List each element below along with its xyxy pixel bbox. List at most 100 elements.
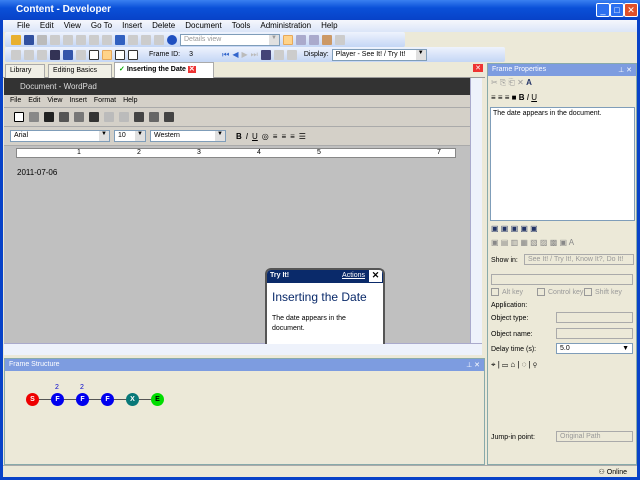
frame-view-tabs[interactable]: ▣ ▣ ▣ ▣ ▣: [491, 224, 538, 233]
color-icon[interactable]: ◎: [262, 132, 269, 141]
object-name-field[interactable]: [556, 328, 633, 339]
menu-administration[interactable]: Administration: [255, 20, 316, 32]
find-icon[interactable]: [89, 112, 99, 122]
frame-node-e[interactable]: E: [151, 393, 164, 406]
align-center-icon[interactable]: ≡: [281, 132, 286, 141]
font-select[interactable]: Arial ▼: [10, 130, 110, 142]
spell-icon[interactable]: [154, 34, 164, 45]
print-preview-icon[interactable]: [74, 112, 84, 122]
user-icon[interactable]: [50, 49, 60, 60]
frame-node-f[interactable]: F: [76, 393, 89, 406]
wp-menu-file[interactable]: File: [10, 97, 21, 105]
underline-icon[interactable]: U: [252, 132, 258, 141]
refresh-icon[interactable]: [335, 34, 345, 45]
menu-delete[interactable]: Delete: [147, 20, 180, 32]
menu-tools[interactable]: Tools: [227, 20, 256, 32]
size-select[interactable]: 10 ▼: [114, 130, 146, 142]
move-down-icon[interactable]: [286, 49, 297, 60]
undo-icon[interactable]: [149, 112, 159, 122]
script-select[interactable]: Western ▼: [150, 130, 226, 142]
view-select[interactable]: Details view ▼: [180, 33, 280, 46]
font-icon[interactable]: A: [526, 78, 532, 87]
first-frame-icon[interactable]: ⏮: [222, 50, 229, 60]
ruler[interactable]: 1 2 3 4 5 7: [16, 148, 456, 158]
align-icon[interactable]: ≡ ≡ ≡ ■: [491, 93, 517, 102]
move-up-icon[interactable]: [273, 49, 284, 60]
frame-text-editor[interactable]: The date appears in the document.: [490, 107, 635, 221]
edit-icon[interactable]: [89, 49, 99, 60]
menu-help[interactable]: Help: [316, 20, 342, 32]
close-tab-icon[interactable]: ✕: [187, 66, 196, 73]
menu-insert[interactable]: Insert: [117, 20, 147, 32]
object-type-select[interactable]: [556, 312, 633, 323]
remove-frame-icon[interactable]: [37, 49, 47, 60]
document-text[interactable]: 2011-07-06: [17, 168, 57, 177]
date-time-icon[interactable]: [164, 112, 174, 122]
copy-icon[interactable]: [119, 112, 129, 122]
close-bubble-icon[interactable]: ✕: [369, 270, 382, 282]
wp-menu-view[interactable]: View: [47, 97, 62, 105]
tool-icon[interactable]: [76, 49, 86, 60]
menu-document[interactable]: Document: [180, 20, 226, 32]
split-v-icon[interactable]: [309, 34, 319, 45]
show-in-select[interactable]: See It! / Try It!, Know It?, Do It!: [524, 254, 634, 265]
delay-time-select[interactable]: 5.0 ▼: [556, 343, 633, 354]
tab-inserting-the-date[interactable]: ✓ Inserting the Date ✕: [114, 62, 214, 78]
frame-node-f[interactable]: F: [101, 393, 114, 406]
wp-menu-insert[interactable]: Insert: [69, 97, 87, 105]
split-h-icon[interactable]: [296, 34, 306, 45]
paste-icon[interactable]: [134, 112, 144, 122]
branch-icon[interactable]: [63, 49, 73, 60]
actions-link[interactable]: Actions: [342, 272, 365, 279]
italic-icon[interactable]: I: [527, 93, 529, 102]
close-document-icon[interactable]: ✕: [473, 64, 483, 72]
open-icon[interactable]: [29, 112, 39, 122]
details-view-icon[interactable]: [283, 34, 293, 45]
frame-node-x[interactable]: X: [126, 393, 139, 406]
key-select[interactable]: [491, 274, 633, 285]
properties-icon[interactable]: [102, 34, 112, 45]
close-button[interactable]: ✕: [624, 3, 638, 17]
vertical-scrollbar[interactable]: [470, 78, 482, 343]
next-frame-icon[interactable]: ▶: [241, 50, 247, 59]
jump-in-field[interactable]: Original Path: [556, 431, 633, 442]
wp-menu-edit[interactable]: Edit: [28, 97, 40, 105]
add-frame-icon[interactable]: [24, 49, 34, 60]
undo-icon[interactable]: [115, 34, 125, 45]
cut-icon[interactable]: ✂: [491, 78, 498, 87]
copy-icon[interactable]: [63, 34, 73, 45]
previous-frame-icon[interactable]: ◀: [232, 50, 238, 59]
minimize-button[interactable]: _: [596, 3, 610, 17]
wp-menu-format[interactable]: Format: [94, 97, 116, 105]
action-icons[interactable]: ⌖ | ▭ ⌂ | ◌ | ⚲: [491, 360, 537, 370]
menu-file[interactable]: File: [12, 20, 35, 32]
tab-editing-basics[interactable]: Editing Basics: [48, 64, 112, 78]
menu-view[interactable]: View: [59, 20, 86, 32]
save-icon[interactable]: [44, 112, 54, 122]
bold-icon[interactable]: B: [236, 132, 242, 141]
cut-icon[interactable]: [50, 34, 60, 45]
align-right-icon[interactable]: ≡: [290, 132, 295, 141]
paste-icon[interactable]: [76, 34, 86, 45]
wp-menu-help[interactable]: Help: [123, 97, 137, 105]
maximize-button[interactable]: □: [610, 3, 624, 17]
control-key-checkbox[interactable]: Control key: [537, 288, 583, 296]
record-icon[interactable]: [11, 49, 21, 60]
print-icon[interactable]: [59, 112, 69, 122]
alt-key-checkbox[interactable]: Alt key: [491, 288, 523, 296]
horizontal-scrollbar[interactable]: [4, 343, 482, 355]
publish-icon[interactable]: [322, 34, 332, 45]
bullets-icon[interactable]: ☰: [299, 132, 306, 141]
new-icon[interactable]: [14, 112, 24, 122]
menu-edit[interactable]: Edit: [35, 20, 59, 32]
frame-next-icon[interactable]: [115, 49, 125, 60]
tab-library[interactable]: Library: [5, 64, 45, 78]
cut-icon[interactable]: [104, 112, 114, 122]
delete-icon[interactable]: [89, 34, 99, 45]
go-to-frame-icon[interactable]: [260, 49, 271, 60]
print-icon[interactable]: [37, 34, 47, 45]
save-icon[interactable]: [24, 34, 34, 45]
underline-icon[interactable]: U: [531, 93, 537, 102]
redo-icon[interactable]: [128, 34, 138, 45]
bold-icon[interactable]: B: [519, 93, 525, 102]
